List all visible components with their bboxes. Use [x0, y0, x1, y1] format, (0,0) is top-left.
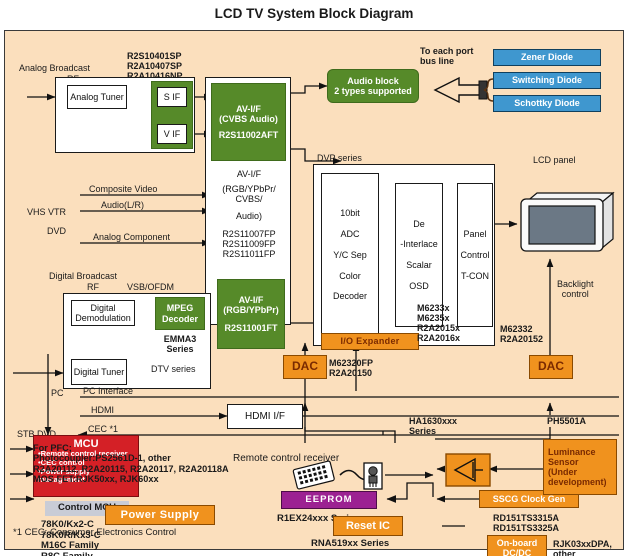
digital-broadcast-rf-label: RF [87, 282, 99, 292]
vhs-vtr-label: VHS VTR [27, 207, 67, 217]
legend-zener-diode[interactable]: Zener Diode [493, 49, 601, 66]
dtv-series-label: DTV series [151, 364, 196, 374]
composite-video-label: Composite Video [89, 184, 158, 194]
dcdc-part: RJK03xxDPA, other [553, 539, 612, 556]
backlight-control-label: Backlight control [557, 279, 594, 300]
mpeg-decoder-block: MPEG Decoder [155, 297, 205, 330]
diagram-root: LCD TV System Block Diagram Analog Broad… [0, 0, 628, 556]
legend-switching-diode[interactable]: Switching Diode [493, 72, 601, 89]
eeprom-block: EEPROM [281, 491, 377, 509]
avif-white-line1: AV-I/F [236, 169, 262, 179]
dvd-label: DVD [47, 226, 67, 236]
dac-block-2: DAC [529, 355, 573, 379]
pc-interface-label: PC Interface [83, 386, 134, 396]
ha1630-parts: HA1630xxx Series [409, 416, 458, 437]
audio-lr-label: Audio(L/R) [101, 200, 145, 210]
footnote: *1 CEC: Consumer Electronics Control [13, 527, 177, 538]
lcd-panel-label: LCD panel [533, 155, 576, 165]
analog-broadcast-label: Analog Broadcast [19, 63, 91, 73]
dvp-panel-control-block: Panel Control T-CON [457, 183, 493, 327]
ir-receiver-icon [363, 462, 383, 490]
avif-cvbs-block: AV-I/F (CVBS Audio) R2S11002AFT [211, 83, 286, 161]
io-expander-block: I/O Expander [321, 333, 419, 350]
port-bus-note: To each port bus line [420, 46, 474, 67]
analog-component-label: Analog Component [93, 232, 171, 242]
emma3-label: EMMA3 Series [163, 334, 197, 355]
avif-cvbs-line1: AV-I/F [236, 103, 261, 114]
remote-control-icon [292, 460, 335, 490]
lcd-panel-icon [520, 191, 615, 252]
onboard-dcdc-block: On-board DC/DC [487, 535, 547, 556]
analog-tuner-box: Analog Tuner [67, 85, 127, 109]
backlight-parts: M62332 R2A20152 [500, 324, 544, 345]
avif-white-line2: (RGB/YPbPr/ CVBS/ [222, 184, 276, 205]
avif-rgb-line2: (RGB/YPbPr) [223, 305, 279, 316]
reset-ic-block: Reset IC [333, 516, 403, 536]
amplifier-icon [445, 453, 491, 487]
avif-white-parts: R2S11007FP R2S11009FP R2S11011FP [222, 229, 276, 260]
power-supply-block: Power Supply [105, 505, 215, 525]
page-title: LCD TV System Block Diagram [214, 6, 414, 21]
dac-block-1: DAC [283, 355, 327, 379]
luminance-sensor-block: Luminance Sensor (Under development) [543, 439, 617, 495]
legend-schottky-diode[interactable]: Schottky Diode [493, 95, 601, 112]
vif-box: V IF [157, 124, 187, 144]
reset-ic-part: RNA519xx Series [311, 538, 390, 549]
pc-label: PC [51, 388, 64, 398]
dvp-series-label: DVP series [317, 153, 362, 163]
digital-broadcast-label: Digital Broadcast [49, 271, 118, 281]
sif-box: S IF [157, 87, 187, 107]
diagram-canvas: Analog Broadcast RF R2S10401SP R2A10407S… [4, 30, 624, 556]
pfc-note: For PFC; Photocoupler:PS2561D-1, other R… [33, 443, 229, 484]
avif-cvbs-line2: (CVBS Audio) [219, 113, 278, 124]
avif-cvbs-part: R2S11002AFT [218, 130, 279, 141]
panel-driver-parts: M6233x M6235x R2A2015x R2A2016x [417, 303, 461, 344]
avif-rgb-green-block: AV-I/F (RGB/YPbPr) R2S11001FT [217, 279, 285, 349]
port-bus-arrow-icon [433, 76, 494, 104]
vsb-ofdm-label: VSB/OFDM [127, 282, 175, 292]
audio-block: Audio block 2 types supported [327, 69, 419, 103]
hdmi-if-box: HDMI I/F [227, 404, 303, 429]
avif-rgb-part: R2S11001FT [224, 322, 278, 333]
io-expander-parts: M62320FP R2A20150 [329, 358, 374, 379]
avif-white-line3: Audio) [235, 211, 262, 221]
luminance-part: PH5501A [547, 416, 587, 426]
digital-tuner-box: Digital Tuner [71, 359, 127, 385]
hdmi-label: HDMI [91, 405, 114, 415]
digital-demodulation-box: Digital Demodulation [71, 300, 135, 326]
avif-rgb-line1: AV-I/F [238, 295, 264, 306]
sscg-parts: RD151TS3315A RD151TS3325A [493, 513, 560, 534]
cec-label: CEC *1 [88, 424, 119, 434]
remote-control-receiver-label: Remote control receiver [233, 453, 340, 464]
dvp-adc-block: 10bit ADC Y/C Sep Color Decoder [321, 173, 379, 337]
